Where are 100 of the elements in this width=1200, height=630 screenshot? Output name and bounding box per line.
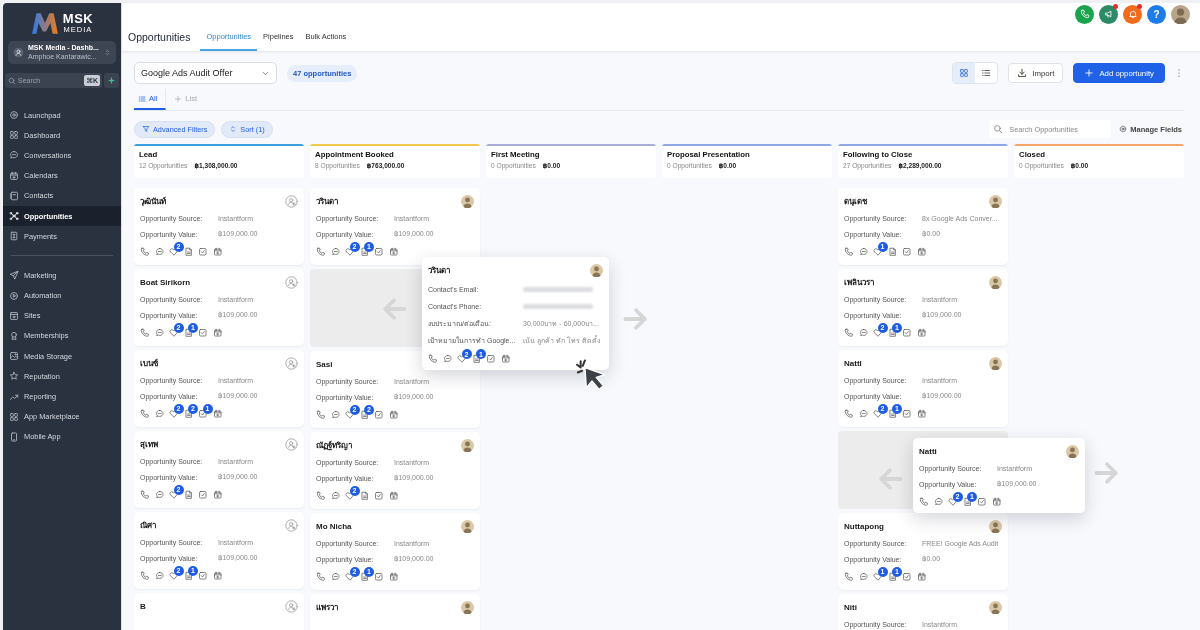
note-icon[interactable]: [183, 489, 193, 500]
checkbox-icon[interactable]: [902, 408, 912, 419]
opportunity-card[interactable]: แพรวา: [310, 594, 480, 630]
assign-user-icon[interactable]: [285, 275, 298, 289]
note-icon[interactable]: [962, 496, 972, 507]
phone-icon[interactable]: [140, 408, 150, 419]
calendar-icon[interactable]: [916, 246, 926, 257]
checkbox-icon[interactable]: [902, 327, 912, 338]
phone-icon[interactable]: [428, 354, 438, 364]
phone-icon[interactable]: [140, 327, 150, 338]
note-icon[interactable]: [471, 354, 481, 364]
calendar-icon[interactable]: [500, 354, 510, 364]
assign-user-icon[interactable]: [285, 437, 298, 451]
checkbox-icon[interactable]: [486, 354, 496, 364]
calendar-icon[interactable]: [388, 409, 398, 420]
contact-name: Natti: [844, 358, 862, 368]
calendar-icon[interactable]: [916, 571, 926, 582]
checkbox-icon[interactable]: [374, 490, 384, 501]
note-icon[interactable]: [359, 490, 369, 501]
calendar-icon[interactable]: [388, 490, 398, 501]
phone-icon[interactable]: [316, 490, 326, 501]
chat-icon[interactable]: [330, 490, 340, 501]
chat-icon[interactable]: [858, 408, 868, 419]
checkbox-icon[interactable]: [198, 327, 208, 338]
checkbox-icon[interactable]: [198, 489, 208, 500]
chat-icon[interactable]: [330, 246, 340, 257]
calendar-icon[interactable]: [212, 408, 222, 419]
receipt-icon: [9, 231, 19, 242]
note-icon[interactable]: [887, 246, 897, 257]
contact-name: วรินดา: [428, 264, 450, 277]
chat-icon[interactable]: [933, 496, 943, 507]
checkbox-icon[interactable]: [198, 408, 208, 419]
note-icon[interactable]: [183, 408, 193, 419]
phone-icon[interactable]: [140, 246, 150, 257]
chat-icon[interactable]: [858, 571, 868, 582]
chat-icon[interactable]: [858, 327, 868, 338]
avatar[interactable]: [1171, 4, 1190, 24]
bell-button[interactable]: [1123, 4, 1142, 24]
assign-user-icon[interactable]: [285, 356, 298, 370]
checkbox-icon[interactable]: [977, 496, 987, 507]
grid-icon: [959, 68, 970, 78]
assign-user-icon[interactable]: [285, 518, 298, 532]
chat-icon[interactable]: [442, 354, 452, 364]
checkbox-icon[interactable]: [198, 570, 208, 581]
grid-view-button[interactable]: [953, 63, 976, 83]
calendar-icon[interactable]: [916, 327, 926, 338]
calendar-icon[interactable]: [212, 246, 222, 257]
phone-icon[interactable]: [316, 571, 326, 582]
phone-icon[interactable]: [844, 408, 854, 419]
note-icon[interactable]: [359, 571, 369, 582]
phone-icon[interactable]: [844, 571, 854, 582]
phone-icon[interactable]: [844, 246, 854, 257]
calendar-icon[interactable]: [212, 327, 222, 338]
phone-button[interactable]: [1075, 4, 1094, 24]
chat-icon[interactable]: [154, 408, 164, 419]
note-icon[interactable]: [183, 327, 193, 338]
checkbox-icon[interactable]: [198, 246, 208, 257]
calendar-icon[interactable]: [212, 570, 222, 581]
note-icon[interactable]: [887, 408, 897, 419]
calendar-icon: [9, 170, 19, 181]
chat-icon[interactable]: [330, 409, 340, 420]
phone-icon[interactable]: [919, 496, 929, 507]
chat-icon[interactable]: [154, 570, 164, 581]
checkbox-icon[interactable]: [902, 571, 912, 582]
plus-icon: [1084, 68, 1095, 78]
right-arrow-icon: [1093, 459, 1121, 487]
calendar-icon[interactable]: [212, 489, 222, 500]
pipeline-dropdown[interactable]: Google Ads Audit Offer: [134, 62, 277, 84]
calendar-icon[interactable]: [916, 408, 926, 419]
chat-icon[interactable]: [330, 571, 340, 582]
phone-icon[interactable]: [844, 327, 854, 338]
calendar-icon[interactable]: [991, 496, 1001, 507]
contact-name: ณัฏฐ์ทริญา: [316, 439, 352, 452]
checkbox-icon[interactable]: [374, 246, 384, 257]
note-icon[interactable]: [359, 409, 369, 420]
phone-icon[interactable]: [316, 409, 326, 420]
chat-icon[interactable]: [858, 246, 868, 257]
assign-user-icon[interactable]: [285, 194, 298, 208]
note-icon[interactable]: [887, 571, 897, 582]
chat-icon[interactable]: [154, 246, 164, 257]
phone-icon[interactable]: [140, 489, 150, 500]
note-icon[interactable]: [887, 327, 897, 338]
checkbox-icon[interactable]: [374, 571, 384, 582]
megaphone-button[interactable]: [1099, 4, 1118, 24]
opportunity-card[interactable]: B: [134, 593, 304, 630]
note-icon[interactable]: [359, 246, 369, 257]
help-button[interactable]: ?: [1147, 4, 1166, 24]
chat-icon[interactable]: [154, 489, 164, 500]
checkbox-icon[interactable]: [374, 409, 384, 420]
calendar-icon[interactable]: [388, 571, 398, 582]
checkbox-icon[interactable]: [902, 246, 912, 257]
note-icon[interactable]: [183, 570, 193, 581]
assign-user-icon[interactable]: [285, 599, 298, 613]
phone-icon[interactable]: [140, 570, 150, 581]
award-icon: [9, 330, 19, 341]
phone-icon[interactable]: [316, 246, 326, 257]
chat-icon[interactable]: [154, 327, 164, 338]
quick-action-button[interactable]: [104, 73, 119, 88]
calendar-icon[interactable]: [388, 246, 398, 257]
note-icon[interactable]: [183, 246, 193, 257]
